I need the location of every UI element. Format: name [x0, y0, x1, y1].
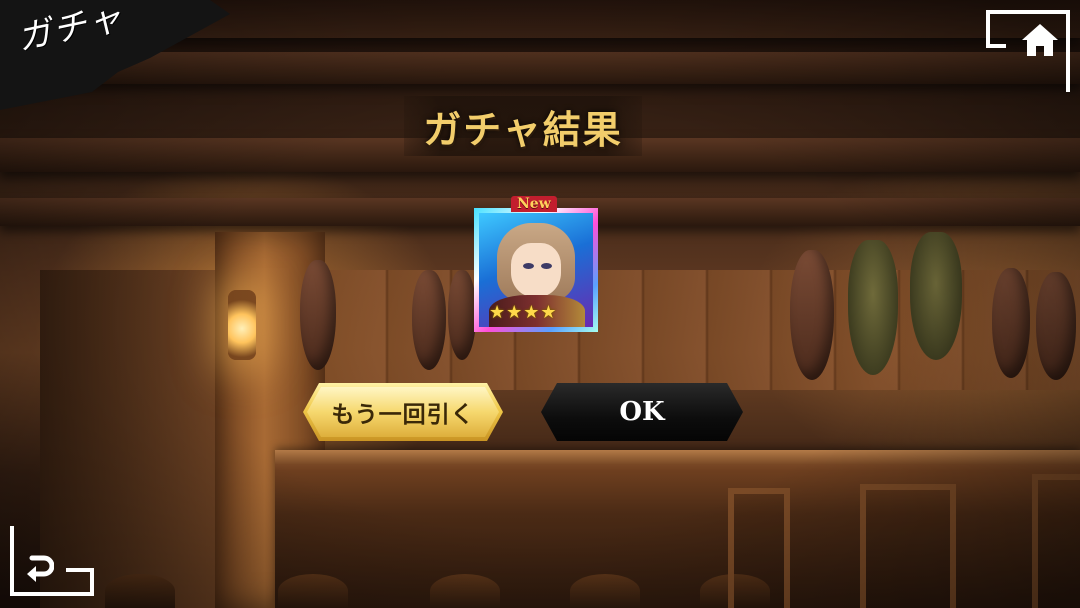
hanging-fish: [448, 270, 476, 360]
ok-button[interactable]: OK: [541, 383, 743, 441]
draw-again-button[interactable]: もう一回引く: [303, 383, 503, 441]
tavern-counter: [275, 452, 1080, 608]
portrait-eye: [523, 263, 534, 269]
back-button-frame-notch: [66, 568, 94, 596]
bar-stool: [570, 574, 640, 608]
ceiling-beam: [0, 52, 1080, 84]
bar-stool: [105, 574, 175, 608]
home-button-frame-notch: [986, 10, 1006, 48]
bar-stool: [430, 574, 500, 608]
hanging-herbs: [910, 232, 962, 360]
ok-label: OK: [619, 397, 665, 427]
result-title: ガチャ結果: [423, 107, 623, 152]
result-title-plate: ガチャ結果: [404, 96, 642, 156]
counter-top: [275, 450, 1080, 464]
portrait-face: [511, 243, 561, 297]
hanging-meat: [300, 260, 336, 370]
back-button[interactable]: [10, 512, 94, 596]
wooden-chair: [860, 484, 956, 608]
hanging-fish: [790, 250, 834, 380]
gacha-result-screen: ガチャ ガチャ結果 ★★★★ New もう一回引く OK: [0, 0, 1080, 608]
hanging-fish: [412, 270, 446, 370]
back-arrow-icon: [27, 555, 54, 582]
character-portrait: ★★★★: [479, 213, 593, 327]
wooden-chair: [728, 488, 790, 608]
portrait-eye: [541, 263, 552, 269]
hanging-meat: [1036, 272, 1076, 380]
wooden-chair: [1032, 474, 1080, 608]
new-badge: New: [511, 196, 557, 212]
hanging-herbs: [848, 240, 898, 375]
wall-lamp: [228, 290, 256, 360]
hanging-meat: [992, 268, 1030, 378]
rarity-stars: ★★★★: [489, 302, 558, 323]
result-character-card[interactable]: ★★★★: [474, 208, 598, 332]
bar-stool: [278, 574, 348, 608]
home-icon: [1022, 24, 1058, 56]
draw-again-label: もう一回引く: [331, 402, 475, 428]
home-button[interactable]: [986, 10, 1070, 92]
